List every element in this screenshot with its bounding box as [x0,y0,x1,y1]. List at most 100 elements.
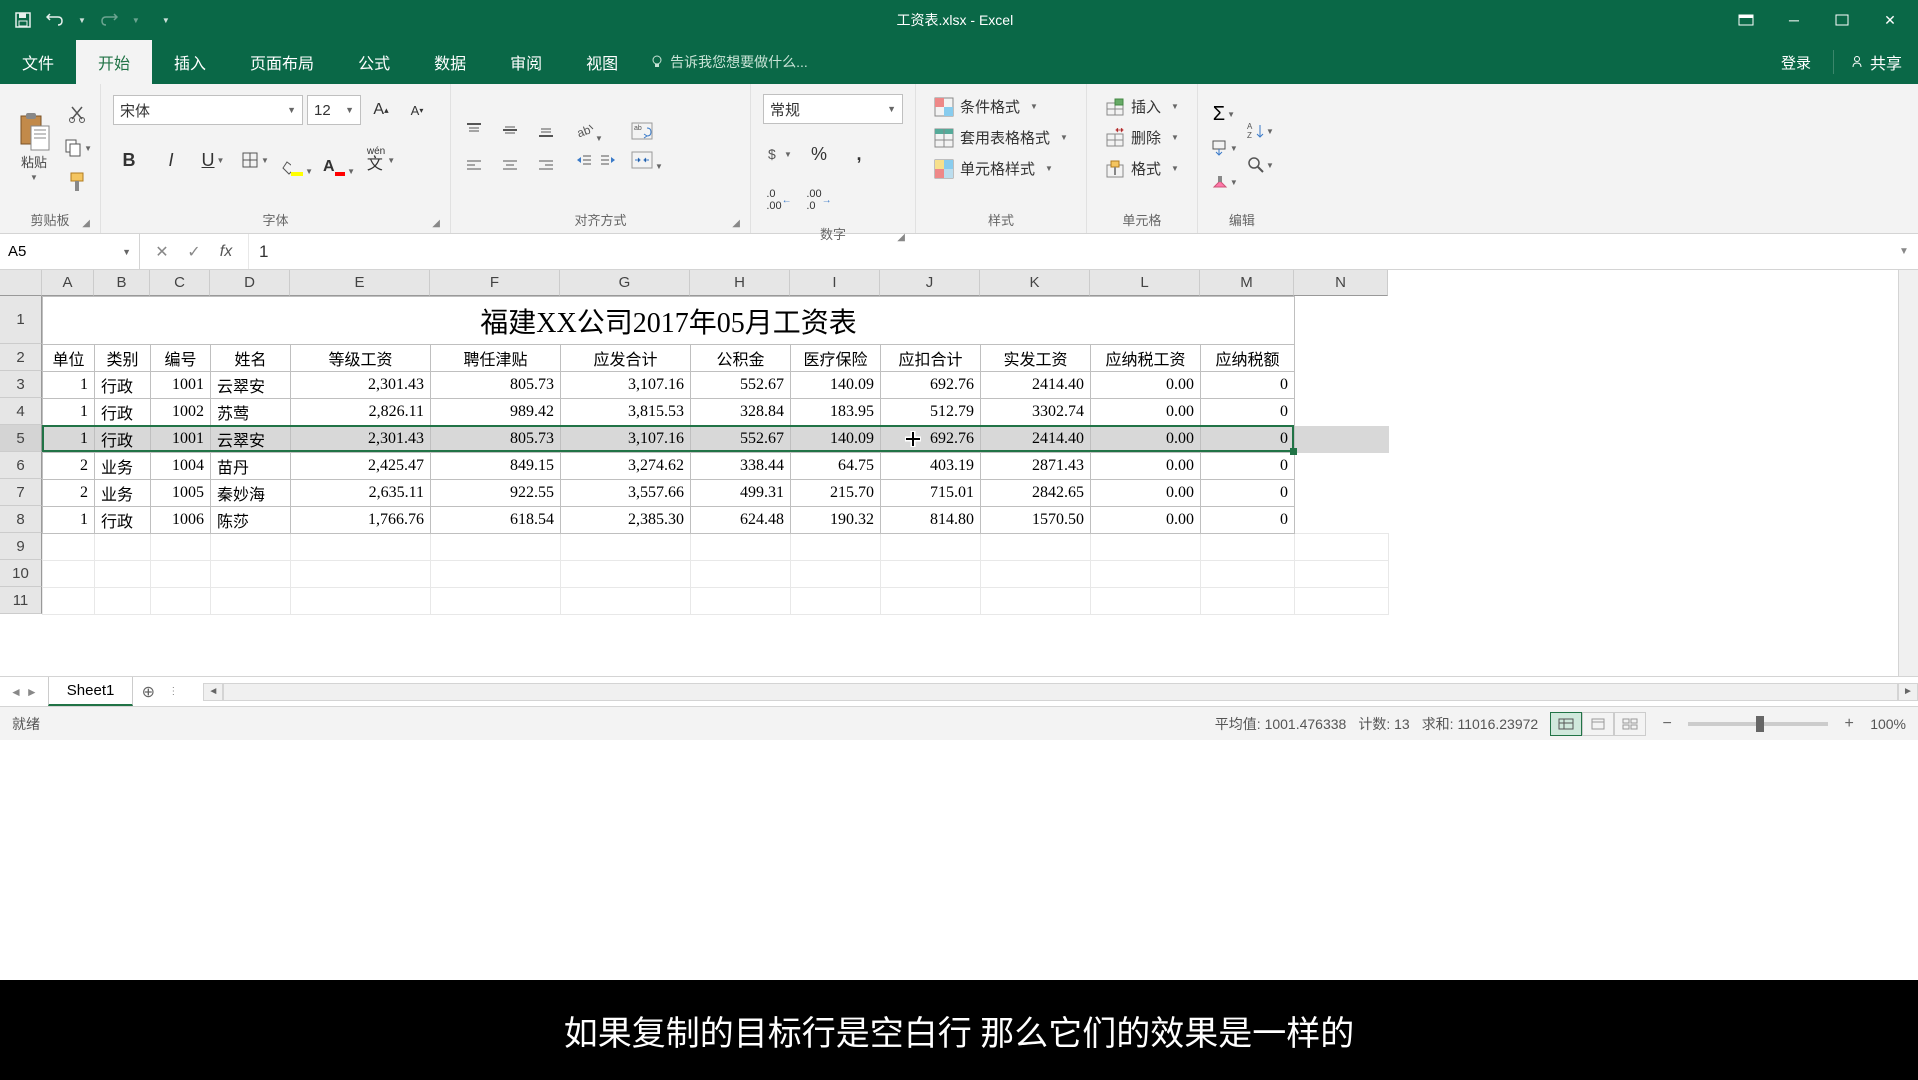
data-cell[interactable]: 行政 [95,426,151,453]
row-header[interactable]: 5 [0,425,42,452]
data-cell[interactable]: 2,826.11 [291,399,431,426]
empty-cell[interactable] [881,534,981,561]
data-cell[interactable]: 692.76 [881,372,981,399]
header-cell[interactable]: 应发合计 [561,345,691,372]
row-header[interactable]: 1 [0,296,42,344]
scroll-right-icon[interactable]: ► [1898,683,1918,701]
data-cell[interactable]: 1,766.76 [291,507,431,534]
column-header[interactable]: L [1090,270,1200,296]
empty-cell[interactable] [791,561,881,588]
column-header[interactable]: H [690,270,790,296]
percent-button[interactable]: % [803,138,835,170]
column-header[interactable]: A [42,270,94,296]
data-cell[interactable]: 1001 [151,372,211,399]
data-cell[interactable]: 715.01 [881,480,981,507]
empty-cell[interactable] [151,534,211,561]
data-cell[interactable]: 3,107.16 [561,426,691,453]
qat-customize-icon[interactable]: ▼ [162,16,170,25]
data-cell[interactable]: 3,274.62 [561,453,691,480]
data-cell[interactable]: 512.79 [881,399,981,426]
scroll-left-icon[interactable]: ◄ [203,683,223,701]
find-button[interactable]: ▼ [1246,151,1274,179]
minimize-icon[interactable]: ─ [1774,5,1814,35]
launcher-icon[interactable]: ◢ [897,232,905,243]
merge-button[interactable]: ▼ [631,151,663,174]
row-header[interactable]: 2 [0,344,42,371]
data-cell[interactable]: 0 [1201,480,1295,507]
format-table-button[interactable]: 套用表格格式▼ [928,123,1074,152]
empty-cell[interactable] [431,588,561,615]
data-cell[interactable]: 692.76 [881,426,981,453]
worksheet-grid[interactable]: ABCDEFGHIJKLMN 1234567891011 福建XX公司2017年… [0,270,1918,676]
data-cell[interactable]: 1 [43,372,95,399]
align-top-button[interactable] [459,115,489,145]
grow-font-button[interactable]: A▴ [365,94,397,126]
shrink-font-button[interactable]: A▾ [401,94,433,126]
align-right-button[interactable] [531,151,561,181]
number-format-combo[interactable]: 常规▼ [763,94,903,124]
increase-indent-button[interactable] [599,152,617,175]
vertical-scrollbar[interactable] [1898,270,1918,676]
header-cell[interactable]: 应纳税工资 [1091,345,1201,372]
column-header[interactable]: D [210,270,290,296]
data-cell[interactable]: 3,107.16 [561,372,691,399]
data-cell[interactable]: 338.44 [691,453,791,480]
align-middle-button[interactable] [495,115,525,145]
view-pagebreak-button[interactable] [1614,712,1646,736]
data-cell[interactable]: 552.67 [691,426,791,453]
row-header[interactable]: 3 [0,371,42,398]
data-cell[interactable]: 秦妙海 [211,480,291,507]
row-header[interactable]: 10 [0,560,42,587]
data-cell[interactable]: 328.84 [691,399,791,426]
align-bottom-button[interactable] [531,115,561,145]
data-cell[interactable]: 2 [43,453,95,480]
empty-cell[interactable] [95,561,151,588]
redo-icon[interactable] [100,11,118,29]
empty-cell[interactable] [561,588,691,615]
column-header[interactable]: E [290,270,430,296]
data-cell[interactable]: 190.32 [791,507,881,534]
empty-cell[interactable] [1295,534,1389,561]
header-cell[interactable]: 公积金 [691,345,791,372]
clear-button[interactable]: ▼ [1210,168,1238,196]
row-header[interactable]: 7 [0,479,42,506]
data-cell[interactable]: 2,301.43 [291,426,431,453]
launcher-icon[interactable]: ◢ [732,218,740,229]
zoom-level[interactable]: 100% [1870,716,1906,732]
launcher-icon[interactable]: ◢ [82,218,90,229]
underline-button[interactable]: U▼ [197,144,229,176]
tab-file[interactable]: 文件 [0,40,76,84]
fill-color-button[interactable]: ▼ [281,144,313,176]
data-cell[interactable]: 业务 [95,480,151,507]
tab-insert[interactable]: 插入 [152,40,228,84]
data-cell[interactable]: 行政 [95,507,151,534]
data-cell[interactable]: 1 [43,426,95,453]
empty-cell[interactable] [1091,561,1201,588]
data-cell[interactable]: 2,635.11 [291,480,431,507]
insert-cells-button[interactable]: 插入▼ [1099,92,1185,121]
fill-button[interactable]: ▼ [1210,134,1238,162]
view-layout-button[interactable] [1582,712,1614,736]
font-color-button[interactable]: A▼ [323,144,355,176]
italic-button[interactable]: I [155,144,187,176]
empty-cell[interactable] [691,588,791,615]
header-cell[interactable]: 应扣合计 [881,345,981,372]
column-header[interactable]: N [1294,270,1388,296]
decrease-indent-button[interactable] [575,152,593,175]
empty-cell[interactable] [1201,534,1295,561]
data-cell[interactable]: 499.31 [691,480,791,507]
empty-cell[interactable] [791,588,881,615]
enter-icon[interactable]: ✓ [182,240,206,264]
border-button[interactable]: ▼ [239,144,271,176]
empty-cell[interactable] [981,588,1091,615]
column-header[interactable]: C [150,270,210,296]
bold-button[interactable]: B [113,144,145,176]
empty-cell[interactable] [691,561,791,588]
increase-decimal-button[interactable]: .0.00← [763,184,795,216]
data-cell[interactable]: 989.42 [431,399,561,426]
data-cell[interactable]: 140.09 [791,426,881,453]
data-cell[interactable]: 3302.74 [981,399,1091,426]
data-cell[interactable]: 0.00 [1091,426,1201,453]
font-size-combo[interactable]: 12▼ [307,95,361,125]
row-header[interactable]: 9 [0,533,42,560]
